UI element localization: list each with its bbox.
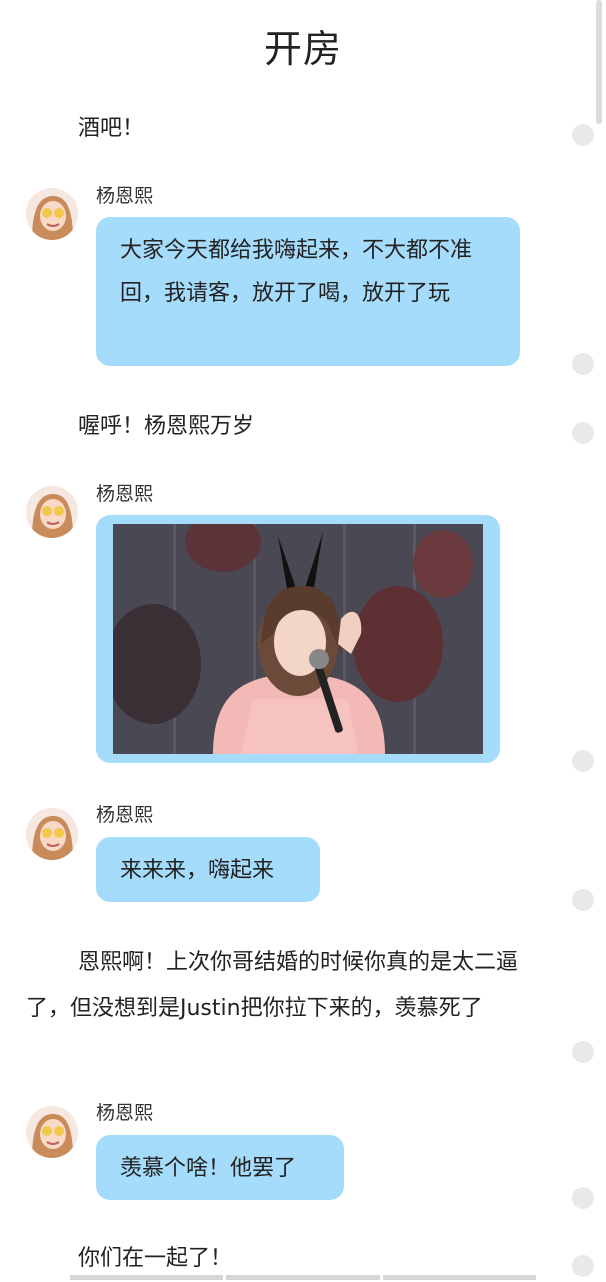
speaker-name: 杨恩熙 bbox=[96, 1102, 154, 1124]
comment-dot-icon[interactable] bbox=[572, 1187, 594, 1209]
speech-bubble[interactable]: 羡慕个啥！他罢了 bbox=[96, 1135, 344, 1200]
avatar-icon bbox=[26, 1106, 78, 1158]
avatar-icon bbox=[26, 808, 78, 860]
comment-dot-icon[interactable] bbox=[572, 422, 594, 444]
narration-text: 恩熙啊！上次你哥结婚的时候你真的是太二逼了，但没想到是Justin把你拉下来的，… bbox=[26, 950, 519, 1021]
avatar[interactable] bbox=[26, 188, 78, 240]
speech-bubble[interactable]: 大家今天都给我嗨起来，不大都不准回，我请客，放开了喝，放开了玩 bbox=[96, 217, 520, 366]
image-bubble[interactable] bbox=[96, 515, 500, 763]
avatar-icon bbox=[26, 486, 78, 538]
bottom-toolbar-edge bbox=[70, 1275, 536, 1280]
speaker-name: 杨恩熙 bbox=[96, 483, 154, 505]
comment-dot-icon[interactable] bbox=[572, 1255, 594, 1277]
comment-dot-icon[interactable] bbox=[572, 889, 594, 911]
speech-bubble[interactable]: 来来来，嗨起来 bbox=[96, 837, 320, 902]
avatar[interactable] bbox=[26, 808, 78, 860]
speaker-name: 杨恩熙 bbox=[96, 185, 154, 207]
speaker-name: 杨恩熙 bbox=[96, 804, 154, 826]
comment-dot-icon[interactable] bbox=[572, 1041, 594, 1063]
story-chat-page: 开房 酒吧！ 杨恩熙 大家今天都给我嗨起来，不大都不准回，我请客，放开了喝，放开… bbox=[0, 0, 606, 1280]
comment-dot-icon[interactable] bbox=[572, 353, 594, 375]
comment-dot-icon[interactable] bbox=[572, 750, 594, 772]
scrollbar[interactable] bbox=[596, 0, 602, 124]
avatar-icon bbox=[26, 188, 78, 240]
comment-dot-icon[interactable] bbox=[572, 124, 594, 146]
photo-singer-image bbox=[113, 524, 483, 754]
page-title: 开房 bbox=[263, 27, 342, 71]
narration-text: 酒吧！ bbox=[78, 116, 145, 141]
avatar[interactable] bbox=[26, 1106, 78, 1158]
avatar[interactable] bbox=[26, 486, 78, 538]
narration-text: 喔呼！杨恩熙万岁 bbox=[78, 414, 255, 439]
